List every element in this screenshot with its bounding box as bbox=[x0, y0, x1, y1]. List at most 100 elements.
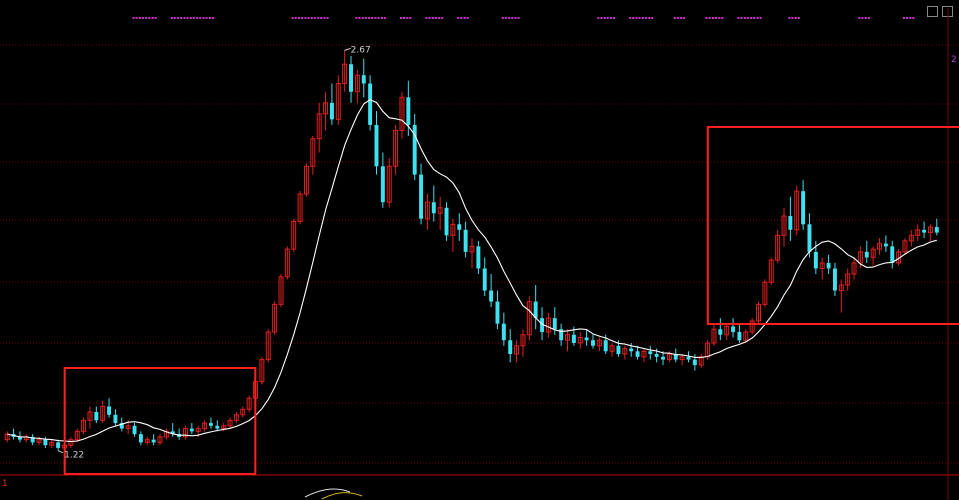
signal-dot bbox=[298, 17, 301, 19]
candle-body-down bbox=[648, 351, 653, 355]
candle-body-down bbox=[349, 64, 353, 92]
candle-body-down bbox=[380, 166, 385, 203]
candlestick-chart: 2.67 1.22 1 2 bbox=[0, 8, 959, 500]
candle-body-down bbox=[864, 251, 869, 258]
signal-dot bbox=[676, 17, 679, 19]
signal-dot bbox=[202, 17, 205, 19]
candle-body-down bbox=[489, 290, 494, 302]
pane-index-label: 1 bbox=[2, 479, 8, 489]
signal-dot bbox=[606, 17, 609, 19]
signal-dot bbox=[313, 17, 316, 19]
signal-dot bbox=[380, 17, 383, 19]
signal-dot bbox=[750, 17, 753, 19]
signal-dot bbox=[648, 17, 651, 19]
signal-dot bbox=[597, 17, 600, 19]
signal-dot bbox=[358, 17, 361, 19]
signal-dot bbox=[371, 17, 374, 19]
signal-dot bbox=[148, 17, 151, 19]
candle-body-down bbox=[482, 268, 487, 291]
signal-dot bbox=[514, 17, 517, 19]
signal-dot bbox=[183, 17, 186, 19]
signal-dot bbox=[438, 17, 441, 19]
candle-body-down bbox=[495, 301, 500, 324]
signal-dot bbox=[743, 17, 746, 19]
candle-body-down bbox=[890, 246, 895, 263]
candle-body-down bbox=[635, 351, 640, 357]
candle-body-down bbox=[406, 97, 411, 125]
high-price-label: 2.67 bbox=[351, 45, 371, 55]
signal-dot bbox=[145, 17, 148, 19]
signal-dot bbox=[603, 17, 606, 19]
highlight-box bbox=[63, 367, 257, 475]
signal-dot bbox=[377, 17, 380, 19]
signal-dot bbox=[294, 17, 297, 19]
signal-dot bbox=[711, 17, 714, 19]
candle-body-down bbox=[151, 439, 156, 443]
signal-dot bbox=[909, 17, 912, 19]
signal-dot bbox=[141, 17, 144, 19]
highlight-box bbox=[706, 126, 959, 325]
signal-dot bbox=[517, 17, 520, 19]
signal-dot bbox=[180, 17, 183, 19]
signal-dot bbox=[192, 17, 195, 19]
signal-dot bbox=[861, 17, 864, 19]
signal-dot bbox=[177, 17, 180, 19]
signal-dot bbox=[406, 17, 409, 19]
candle-body-down bbox=[368, 83, 373, 125]
signal-dot bbox=[186, 17, 189, 19]
candle-body-down bbox=[718, 329, 723, 335]
candle-body-down bbox=[113, 414, 118, 424]
signal-dot bbox=[364, 17, 367, 19]
candles bbox=[4, 50, 939, 451]
signal-dot bbox=[737, 17, 740, 19]
signal-dot bbox=[428, 17, 431, 19]
candle-body-down bbox=[501, 323, 506, 341]
signal-dot bbox=[135, 17, 138, 19]
signal-dot bbox=[613, 17, 616, 19]
candle-body-down bbox=[457, 224, 462, 230]
signal-dot bbox=[721, 17, 724, 19]
signal-dot bbox=[320, 17, 323, 19]
signal-dot bbox=[756, 17, 759, 19]
signal-dot bbox=[199, 17, 202, 19]
candle-body-down bbox=[444, 207, 449, 236]
candle-body-down bbox=[419, 174, 424, 219]
candle-body-down bbox=[508, 340, 513, 355]
signal-dot bbox=[791, 17, 794, 19]
low-price-label: 1.22 bbox=[64, 451, 84, 461]
signal-dot bbox=[638, 17, 641, 19]
candle-body-down bbox=[552, 318, 557, 330]
signal-dot bbox=[632, 17, 635, 19]
candle-body-down bbox=[807, 224, 812, 252]
candle-body-down bbox=[431, 202, 436, 214]
signal-dot bbox=[441, 17, 444, 19]
signal-dot bbox=[680, 17, 683, 19]
signal-dot bbox=[683, 17, 686, 19]
signal-dot bbox=[705, 17, 708, 19]
signal-dot bbox=[753, 17, 756, 19]
signal-dot bbox=[457, 17, 460, 19]
candle-body-down bbox=[215, 425, 220, 429]
candle-body-down bbox=[661, 356, 665, 360]
low-pointer bbox=[57, 450, 64, 454]
highlight-boxes bbox=[63, 126, 959, 475]
signal-dot bbox=[317, 17, 320, 19]
signal-dot bbox=[511, 17, 514, 19]
signal-dot bbox=[434, 17, 437, 19]
candle-body-down bbox=[138, 434, 143, 443]
signal-dot bbox=[399, 17, 402, 19]
signal-dot bbox=[788, 17, 791, 19]
signal-dot bbox=[864, 17, 867, 19]
signal-dot bbox=[867, 17, 870, 19]
signal-dot bbox=[463, 17, 466, 19]
signal-dot bbox=[460, 17, 463, 19]
candle-body-down bbox=[813, 251, 818, 269]
signal-dot bbox=[355, 17, 358, 19]
indicator-curve bbox=[321, 492, 363, 500]
candle-body-down bbox=[883, 243, 888, 247]
signal-dot bbox=[905, 17, 908, 19]
candle-body-down bbox=[629, 348, 634, 352]
signal-dot bbox=[383, 17, 386, 19]
signal-dot bbox=[409, 17, 412, 19]
candle-body-down bbox=[603, 340, 608, 352]
